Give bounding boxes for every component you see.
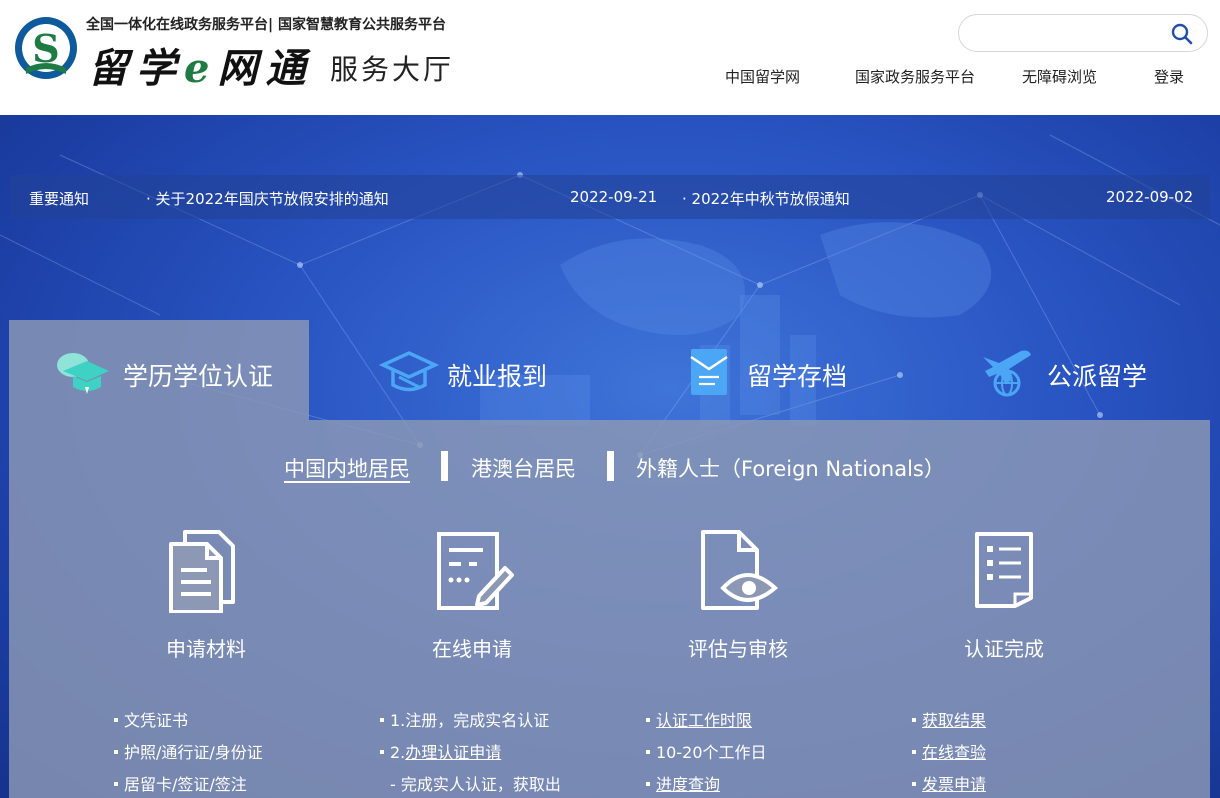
step-number: 2. bbox=[390, 743, 406, 762]
subtab-mainland[interactable]: 中国内地居民 bbox=[284, 453, 410, 483]
bullet-dot bbox=[912, 781, 916, 786]
bullet-dot bbox=[114, 781, 118, 786]
nav-accessibility[interactable]: 无障碍浏览 bbox=[1022, 66, 1097, 87]
service-panel: 中国内地居民 港澳台居民 外籍人士（Foreign Nationals） 申请材… bbox=[9, 420, 1210, 798]
search-box[interactable] bbox=[958, 14, 1208, 52]
document-eye-icon bbox=[701, 530, 779, 610]
notice-date: 2022-09-21 bbox=[570, 188, 658, 206]
brand-name: 留学e网通 bbox=[88, 36, 313, 94]
nav-cscse[interactable]: 中国留学网 bbox=[725, 66, 800, 87]
link-text[interactable]: 在线查验 bbox=[922, 743, 986, 762]
link-online-check[interactable]: 在线查验 bbox=[912, 739, 986, 763]
notice-bar: 重要通知 · 关于2022年国庆节放假安排的通知 2022-09-21 · 20… bbox=[10, 175, 1210, 219]
notice-item-1[interactable]: · 关于2022年国庆节放假安排的通知 bbox=[146, 188, 389, 209]
subtab-divider bbox=[607, 451, 614, 481]
service-tabs: 学历学位认证 就业报到 留学存档 公派留学 bbox=[9, 320, 1210, 420]
material-diploma: 文凭证书 bbox=[114, 707, 188, 731]
notice-date: 2022-09-02 bbox=[1106, 188, 1194, 206]
bullet-dot bbox=[380, 749, 384, 754]
tab-state-sponsored[interactable]: 公派留学 bbox=[919, 320, 1210, 420]
notice-item-2[interactable]: · 2022年中秋节放假通知 bbox=[682, 188, 850, 209]
graduation-cap-icon bbox=[57, 353, 109, 394]
bullet-dot bbox=[114, 749, 118, 754]
bullet-dot bbox=[646, 781, 650, 786]
archive-envelope-icon bbox=[690, 349, 728, 395]
brand-part-1: 留学 bbox=[88, 45, 184, 92]
subtab-divider bbox=[441, 451, 448, 481]
nav-gov-platform[interactable]: 国家政务服务平台 bbox=[855, 66, 975, 87]
brand-part-2: 网通 bbox=[217, 45, 314, 92]
site-header: S 全国一体化在线政务服务平台| 国家智慧教育公共服务平台 留学e网通 服务大厅… bbox=[0, 0, 1220, 115]
work-days-text: 10-20个工作日 bbox=[646, 739, 767, 763]
link-progress-query[interactable]: 进度查询 bbox=[646, 771, 720, 795]
documents-icon bbox=[169, 530, 235, 613]
tab-employment-report[interactable]: 就业报到 bbox=[319, 320, 609, 420]
link-text: 1.注册，完成实名认证 bbox=[390, 711, 550, 730]
bullet-dot: · bbox=[146, 190, 156, 208]
link-text: 文凭证书 bbox=[124, 711, 189, 730]
search-icon[interactable] bbox=[1171, 23, 1193, 45]
material-residence: 居留卡/签证/签注 bbox=[114, 771, 247, 795]
bullet-dot: · bbox=[682, 190, 692, 208]
link-text[interactable]: 进度查询 bbox=[656, 775, 720, 794]
step-title: 申请材料 bbox=[166, 637, 246, 661]
search-input[interactable] bbox=[973, 23, 1163, 43]
tab-label: 公派留学 bbox=[1047, 362, 1148, 391]
link-text[interactable]: 认证工作时限 bbox=[656, 711, 752, 730]
employment-cap-icon bbox=[379, 351, 439, 392]
nav-login[interactable]: 登录 bbox=[1154, 66, 1184, 87]
link-text: 10-20个工作日 bbox=[656, 743, 767, 762]
bullet-dot bbox=[912, 717, 916, 722]
form-edit-icon bbox=[437, 532, 514, 610]
link-text: 护照/通行证/身份证 bbox=[124, 743, 263, 762]
platform-line: 全国一体化在线政务服务平台| 国家智慧教育公共服务平台 bbox=[86, 17, 446, 33]
material-passport: 护照/通行证/身份证 bbox=[114, 739, 263, 763]
step-title: 评估与审核 bbox=[688, 637, 788, 661]
notice-title[interactable]: 关于2022年国庆节放假安排的通知 bbox=[156, 190, 389, 208]
apply-step-verify: - 完成实人认证，获取出 bbox=[390, 775, 561, 794]
link-text: 居留卡/签证/签注 bbox=[124, 775, 247, 794]
subtab-hk-macao-taiwan[interactable]: 港澳台居民 bbox=[471, 453, 576, 483]
tab-label: 学历学位认证 bbox=[123, 362, 274, 391]
bullet-dot bbox=[380, 717, 384, 722]
notice-label: 重要通知 bbox=[29, 190, 90, 208]
bullet-dot bbox=[114, 717, 118, 722]
hero-section: 重要通知 · 关于2022年国庆节放假安排的通知 2022-09-21 · 20… bbox=[0, 115, 1220, 798]
link-get-result[interactable]: 获取结果 bbox=[912, 707, 986, 731]
bullet-dot bbox=[912, 749, 916, 754]
step-title: 认证完成 bbox=[964, 637, 1044, 661]
checklist-icon bbox=[975, 532, 1033, 608]
brand-part-e: e bbox=[184, 45, 218, 92]
link-apply-certification[interactable]: 办理认证申请 bbox=[405, 743, 501, 762]
step-title: 在线申请 bbox=[432, 637, 512, 661]
logo-icon: S bbox=[15, 17, 77, 79]
bullet-dot bbox=[646, 717, 650, 722]
link-work-time-limit[interactable]: 认证工作时限 bbox=[646, 707, 752, 731]
link-text[interactable]: 发票申请 bbox=[922, 775, 986, 794]
airplane-globe-icon bbox=[983, 350, 1031, 397]
bullet-dot bbox=[646, 749, 650, 754]
apply-step-submit[interactable]: 2.办理认证申请 bbox=[380, 739, 501, 763]
tab-degree-verification[interactable]: 学历学位认证 bbox=[9, 320, 309, 420]
notice-title[interactable]: 2022年中秋节放假通知 bbox=[692, 190, 850, 208]
tab-label: 留学存档 bbox=[747, 362, 848, 391]
link-invoice-request[interactable]: 发票申请 bbox=[912, 771, 986, 795]
link-text[interactable]: 获取结果 bbox=[922, 711, 986, 730]
link-text[interactable]: 2.办理认证申请 bbox=[390, 743, 501, 762]
subtab-foreign[interactable]: 外籍人士（Foreign Nationals） bbox=[636, 453, 945, 483]
apply-step-register: 1.注册，完成实名认证 bbox=[380, 707, 549, 731]
tab-label: 就业报到 bbox=[447, 362, 548, 391]
tab-study-archive[interactable]: 留学存档 bbox=[619, 320, 909, 420]
brand-suffix: 服务大厅 bbox=[330, 53, 455, 86]
